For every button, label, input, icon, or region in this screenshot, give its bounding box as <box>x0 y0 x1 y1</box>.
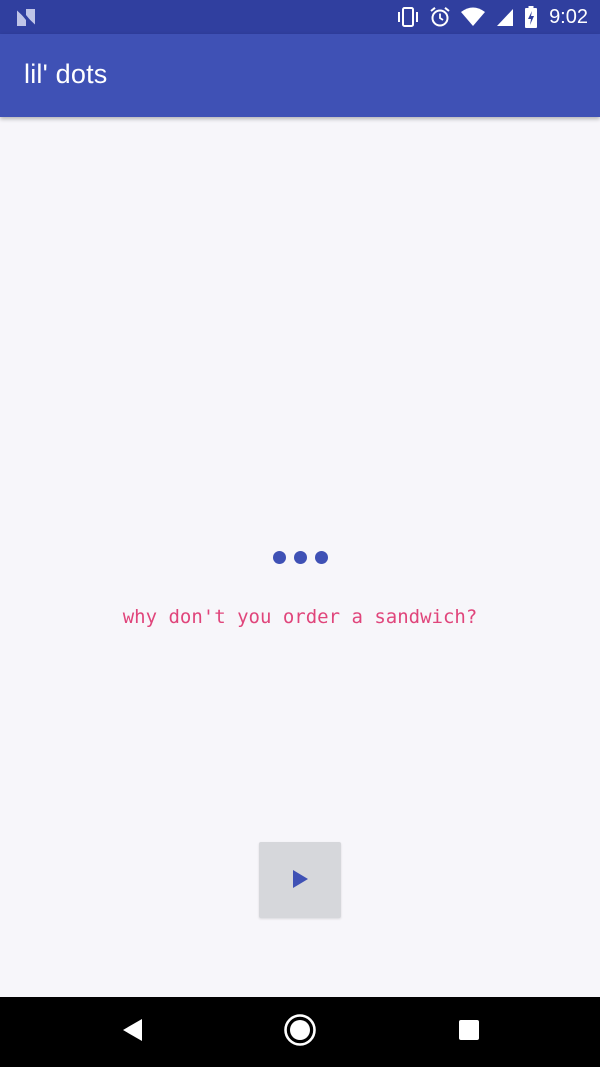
app-bar: lil' dots <box>0 34 600 117</box>
battery-charging-icon <box>524 5 538 29</box>
status-time: 9:02 <box>549 5 588 28</box>
message-text: why don't you order a sandwich? <box>122 606 478 628</box>
recents-button[interactable] <box>429 997 509 1067</box>
n-logo-icon <box>14 6 38 28</box>
screen: 9:02 lil' dots why don't you order a san… <box>0 0 600 1067</box>
wifi-icon <box>460 6 486 28</box>
back-button[interactable] <box>92 997 172 1067</box>
play-icon <box>290 868 310 893</box>
signal-icon <box>495 6 515 28</box>
back-icon <box>120 1017 144 1048</box>
status-bar: 9:02 <box>0 0 600 34</box>
dot <box>293 551 307 564</box>
navigation-bar <box>0 997 600 1067</box>
typing-dots <box>0 551 600 564</box>
app-title: lil' dots <box>24 59 108 89</box>
home-button[interactable] <box>260 997 340 1067</box>
alarm-icon <box>429 6 451 28</box>
recents-icon <box>458 1019 480 1046</box>
main-content: why don't you order a sandwich? <box>0 117 600 997</box>
home-icon <box>283 1013 317 1052</box>
play-button[interactable] <box>259 842 341 918</box>
dot <box>272 551 286 564</box>
dot <box>314 551 328 564</box>
status-icons: 9:02 <box>396 0 588 34</box>
vibrate-icon <box>396 6 420 28</box>
